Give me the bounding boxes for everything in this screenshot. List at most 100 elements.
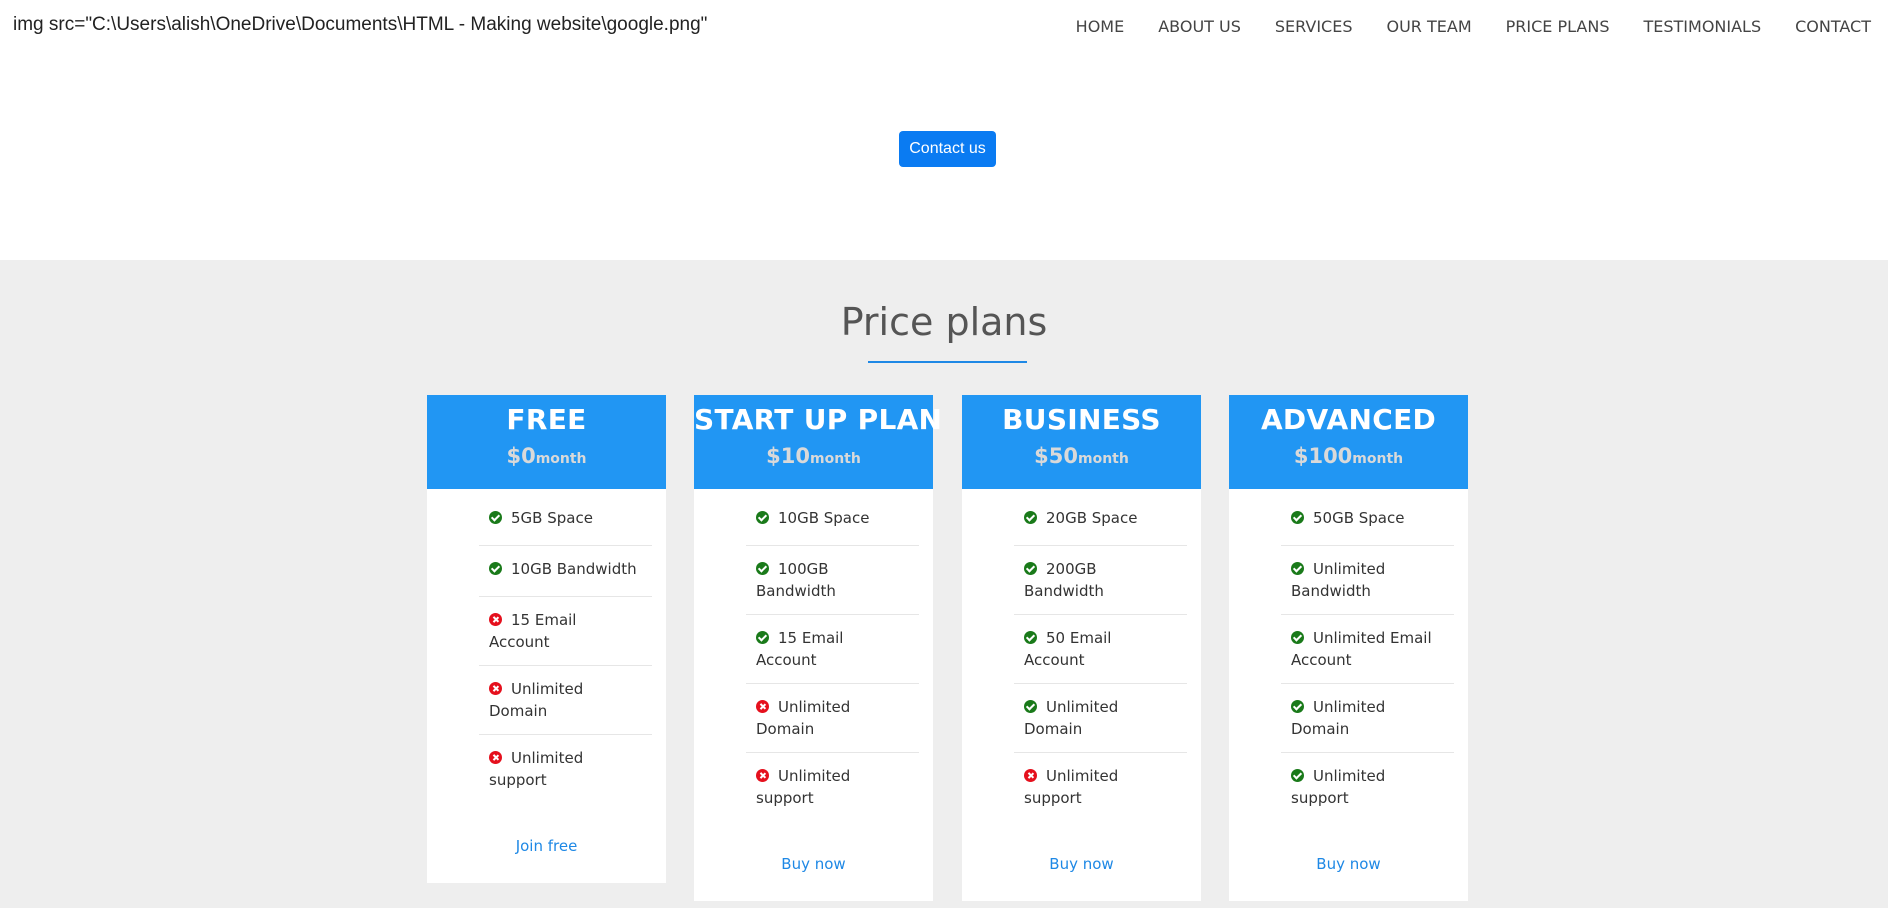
contact-us-button[interactable]: Contact us [899,131,996,167]
check-circle-icon [756,562,769,575]
feature-item: Unlimited Domain [746,684,919,753]
feature-item: 5GB Space [479,495,652,546]
nav-our-team[interactable]: OUR TEAM [1386,17,1471,36]
plan-header: BUSINESS $50month [962,395,1201,489]
feature-list: 10GB Space 100GB Bandwidth 15 Email Accoun… [694,489,933,821]
plan-price-period: month [535,451,587,467]
feature-label: Unlimited Domain [756,698,851,738]
feature-label: Unlimited Domain [1024,698,1119,738]
plan-header: FREE $0month [427,395,666,489]
logo-alt-text[interactable]: img src="C:\Users\alish\OneDrive\Documen… [13,14,707,36]
feature-item: 50 Email Account [1014,615,1187,684]
plan-price-amount: $10 [766,444,810,468]
x-circle-icon [756,769,769,782]
feature-label: 50 Email Account [1024,629,1112,669]
feature-item: Unlimited support [746,753,919,821]
feature-label: 50GB Space [1313,509,1405,527]
feature-label: 10GB Space [778,509,870,527]
feature-label: Unlimited support [1024,767,1119,807]
feature-list: 20GB Space 200GB Bandwidth 50 Email Accoun… [962,489,1201,821]
check-circle-icon [756,511,769,524]
plan-action-link[interactable]: Buy now [962,821,1201,901]
x-circle-icon [489,751,502,764]
x-circle-icon [489,682,502,695]
plan-name: START UP PLAN [694,403,943,436]
plan-action-link[interactable]: Buy now [694,821,933,901]
feature-item: 100GB Bandwidth [746,546,919,615]
feature-item: 10GB Bandwidth [479,546,652,597]
feature-item: Unlimited Email Account [1281,615,1454,684]
check-circle-icon [1291,511,1304,524]
section-title: Price plans [840,300,1048,344]
feature-label: Unlimited support [489,749,584,789]
plan-price: $50month [962,444,1201,468]
feature-list: 50GB Space Unlimited Bandwidth Unlimited E… [1229,489,1468,821]
feature-item: 15 Email Account [479,597,652,666]
nav-testimonials[interactable]: TESTIMONIALS [1643,17,1761,36]
feature-item: Unlimited Domain [1014,684,1187,753]
feature-label: 15 Email Account [489,611,577,651]
plan-price: $10month [694,444,933,468]
nav-contact[interactable]: CONTACT [1795,17,1871,36]
feature-item: Unlimited Bandwidth [1281,546,1454,615]
title-underline [868,361,1027,363]
check-circle-icon [1291,769,1304,782]
plan-card: ADVANCED $100month 50GB Space Unlimited Ban… [1229,395,1468,901]
feature-label: Unlimited support [756,767,851,807]
feature-label: 10GB Bandwidth [511,560,637,578]
plan-price: $0month [427,444,666,468]
plan-card: BUSINESS $50month 20GB Space 200GB Bandwidt… [962,395,1201,901]
feature-item: Unlimited support [479,735,652,803]
x-circle-icon [489,613,502,626]
feature-label: 20GB Space [1046,509,1138,527]
feature-item: 200GB Bandwidth [1014,546,1187,615]
plan-action-link[interactable]: Buy now [1229,821,1468,901]
feature-item: Unlimited Domain [479,666,652,735]
check-circle-icon [1291,631,1304,644]
feature-item: Unlimited Domain [1281,684,1454,753]
plan-name: FREE [506,403,587,436]
feature-label: 15 Email Account [756,629,844,669]
feature-label: 5GB Space [511,509,593,527]
check-circle-icon [1291,562,1304,575]
plan-price-period: month [810,451,861,467]
feature-label: Unlimited Bandwidth [1291,560,1386,600]
feature-item: Unlimited support [1281,753,1454,821]
plan-header: START UP PLAN $10month [694,395,943,489]
check-circle-icon [1024,511,1037,524]
check-circle-icon [1024,700,1037,713]
feature-item: 10GB Space [746,495,919,546]
plan-header: ADVANCED $100month [1229,395,1468,489]
feature-item: 20GB Space [1014,495,1187,546]
plan-action-link[interactable]: Join free [427,803,666,883]
check-circle-icon [489,511,502,524]
main-nav: HOME ABOUT US SERVICES OUR TEAM PRICE PL… [1076,17,1871,36]
feature-label: Unlimited Email Account [1291,629,1432,669]
nav-price-plans[interactable]: PRICE PLANS [1506,17,1610,36]
plan-price-period: month [1352,451,1404,467]
feature-label: Unlimited support [1291,767,1386,807]
top-navbar: img src="C:\Users\alish\OneDrive\Documen… [0,0,1888,54]
plan-card: START UP PLAN $10month 10GB Space 100GB Ban… [694,395,943,901]
nav-home[interactable]: HOME [1076,17,1125,36]
plan-name: ADVANCED [1260,403,1437,436]
price-plans-section: Price plans FREE $0month 5GB Space 10GB Ban… [0,260,1888,908]
feature-item: 15 Email Account [746,615,919,684]
feature-list: 5GB Space 10GB Bandwidth 15 Email Account U… [427,489,666,803]
check-circle-icon [1024,562,1037,575]
feature-label: Unlimited Domain [1291,698,1386,738]
plan-price-amount: $0 [506,444,536,468]
feature-item: Unlimited support [1014,753,1187,821]
x-circle-icon [756,700,769,713]
check-circle-icon [489,562,502,575]
check-circle-icon [1291,700,1304,713]
plan-price-period: month [1078,451,1129,467]
feature-label: Unlimited Domain [489,680,584,720]
plan-name: BUSINESS [1002,403,1161,436]
nav-about-us[interactable]: ABOUT US [1158,17,1241,36]
plan-price: $100month [1229,444,1468,468]
plan-card: FREE $0month 5GB Space 10GB Bandwidth 15 Ema… [427,395,666,883]
plan-price-amount: $50 [1034,444,1078,468]
nav-services[interactable]: SERVICES [1275,17,1353,36]
x-circle-icon [1024,769,1037,782]
